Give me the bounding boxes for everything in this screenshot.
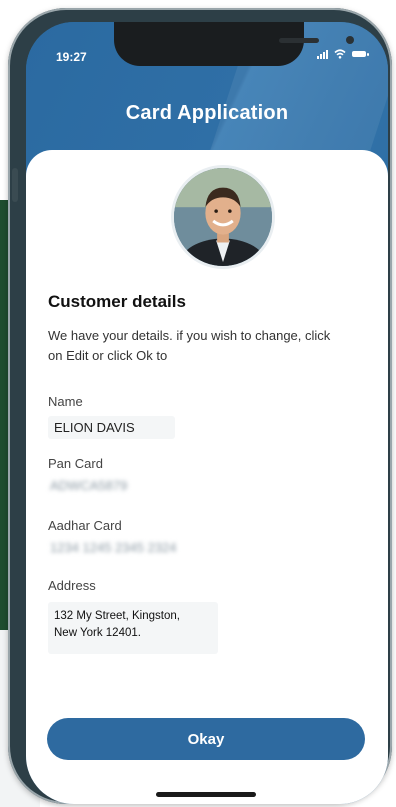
home-indicator[interactable] xyxy=(156,792,256,797)
avatar xyxy=(174,168,272,266)
address-label: Address xyxy=(48,578,96,593)
avatar-photo xyxy=(174,168,272,266)
front-camera xyxy=(346,36,354,44)
speaker-grill xyxy=(279,38,319,43)
name-label: Name xyxy=(48,394,83,409)
section-title: Customer details xyxy=(48,292,186,311)
phone-frame: 19:27 Card Application Customer details … xyxy=(8,8,392,804)
aadhar-card-value: 1234 1245 2345 2324 xyxy=(50,540,177,555)
address-value: 132 My Street, Kingston, New York 12401. xyxy=(48,602,218,654)
wifi-icon xyxy=(334,49,346,59)
okay-button[interactable]: Okay xyxy=(47,718,365,760)
signal-icon xyxy=(317,49,328,59)
pan-card-label: Pan Card xyxy=(48,456,103,471)
phone-screen: 19:27 Card Application Customer details … xyxy=(26,22,388,804)
phone-notch xyxy=(114,22,354,66)
pan-card-value: ADWCA5879 xyxy=(50,478,128,493)
status-icons xyxy=(317,49,369,59)
address-line-1: 132 My Street, Kingston, xyxy=(54,610,180,622)
address-line-2: New York 12401. xyxy=(54,627,141,639)
section-description: We have your details. if you wish to cha… xyxy=(48,328,331,363)
battery-icon xyxy=(352,51,369,57)
status-time: 19:27 xyxy=(56,50,87,64)
page-title: Card Application xyxy=(125,102,289,124)
phone-side-button xyxy=(12,168,18,202)
name-value: ELION DAVIS xyxy=(48,416,175,439)
aadhar-card-label: Aadhar Card xyxy=(48,518,122,533)
